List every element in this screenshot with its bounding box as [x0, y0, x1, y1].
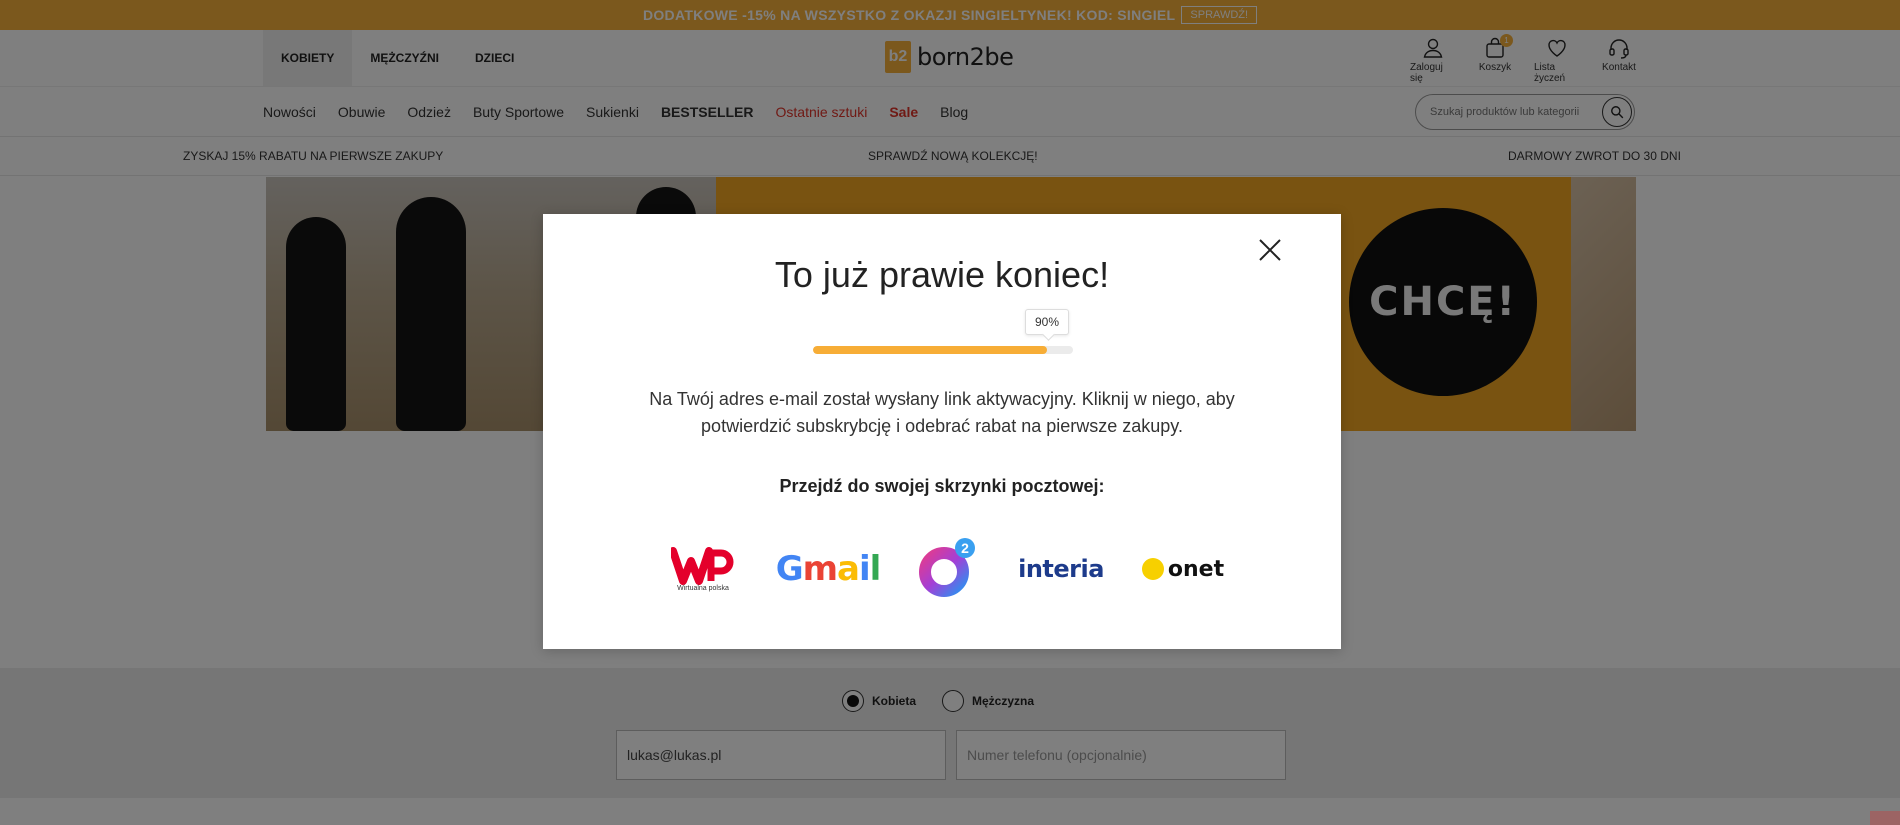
o2-logo-icon: 2: [919, 538, 975, 597]
corner-marker: [1870, 811, 1900, 825]
onet-logo: onet: [1141, 556, 1225, 582]
modal-message: Na Twój adres e-mail został wysłany link…: [649, 389, 1235, 436]
progress-fill: [813, 346, 1047, 354]
wp-subtitle: Wirtualna polska: [677, 584, 729, 592]
provider-gmail-link[interactable]: Gmail: [776, 536, 882, 602]
activation-modal: To już prawie koniec! 90% Na Twój adres …: [543, 214, 1341, 649]
provider-o2-link[interactable]: 2: [913, 536, 983, 602]
provider-interia-link[interactable]: interia: [1018, 536, 1104, 602]
modal-title: To już prawie koniec!: [774, 254, 1110, 295]
provider-wp-link[interactable]: Wirtualna polska: [671, 536, 735, 602]
progress-tooltip: 90%: [1025, 309, 1069, 335]
onet-dot-icon: [1141, 558, 1164, 580]
wp-logo-icon: [671, 546, 734, 585]
progress-bar: [813, 346, 1073, 354]
interia-logo: interia: [1018, 555, 1104, 583]
gmail-logo: Gmail: [775, 549, 882, 589]
o2-badge: 2: [961, 540, 969, 556]
modal-cta-text: Przejdź do swojej skrzynki pocztowej:: [779, 476, 1105, 496]
provider-onet-link[interactable]: onet: [1141, 536, 1225, 602]
onet-text: onet: [1167, 556, 1225, 582]
mail-providers: Wirtualna polska Gmail 2 interia onet: [543, 536, 1341, 602]
